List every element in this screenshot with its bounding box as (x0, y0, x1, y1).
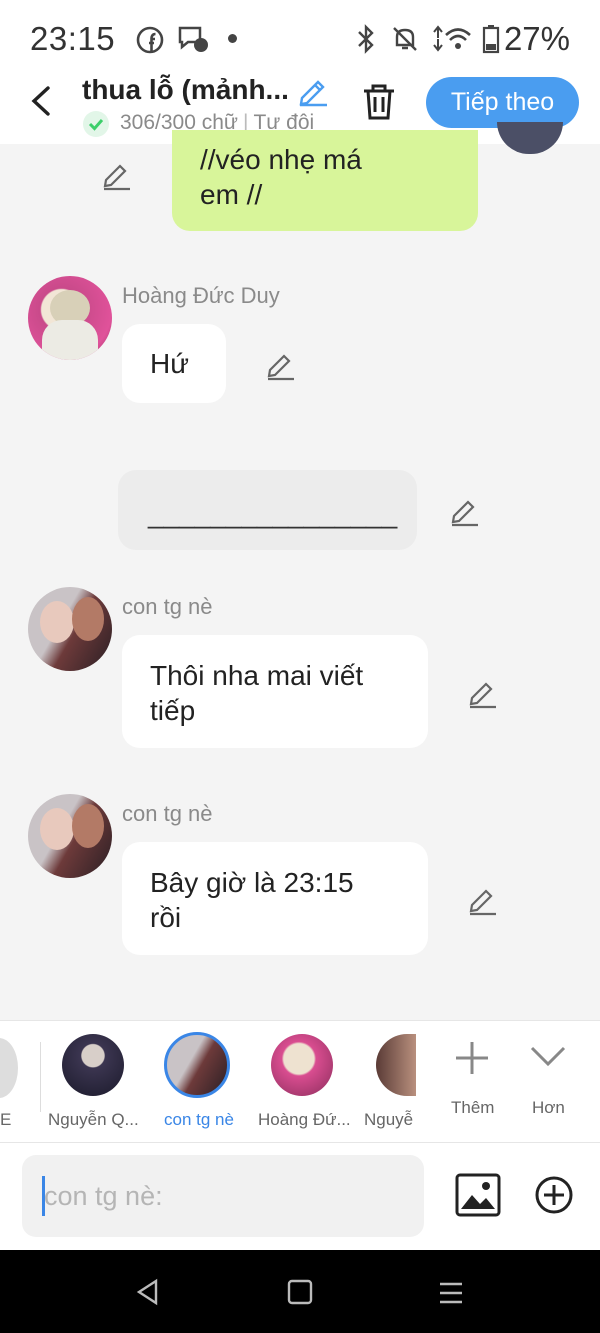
edit-message-icon[interactable] (448, 494, 482, 528)
pencil-icon[interactable] (296, 74, 330, 108)
edit-message-icon[interactable] (466, 676, 500, 710)
image-icon[interactable] (455, 1173, 501, 1217)
avatar-con-tg-ne[interactable] (28, 587, 112, 671)
next-button[interactable]: Tiếp theo (426, 77, 579, 128)
sender-name: con tg nè (122, 594, 213, 619)
back-nav-icon[interactable] (134, 1278, 162, 1306)
bluetooth-icon (358, 24, 374, 54)
message-text: rồi (150, 902, 182, 933)
chevron-down-icon[interactable] (528, 1044, 568, 1070)
edit-message-icon[interactable] (466, 883, 500, 917)
home-nav-icon[interactable] (287, 1279, 313, 1305)
battery-percent: 27% (503, 20, 570, 57)
more-label[interactable]: Hơn (532, 1098, 565, 1118)
facebook-icon (136, 26, 164, 54)
message-bubble[interactable]: Thôi nha mai viết tiếp (122, 635, 428, 748)
message-text: em // (200, 179, 263, 210)
character-avatar[interactable] (62, 1034, 124, 1096)
status-time: 23:15 (30, 20, 116, 57)
character-label[interactable]: Nguyễ (364, 1110, 414, 1130)
sender-name: Hoàng Đức Duy (122, 283, 280, 308)
avatar-con-tg-ne[interactable] (28, 794, 112, 878)
messenger-icon (178, 26, 208, 52)
character-label[interactable]: Nguyễn Q... (48, 1110, 139, 1130)
edit-message-icon[interactable] (100, 158, 134, 192)
message-text: Thôi nha mai viết (150, 660, 364, 691)
message-text: Hứ (150, 348, 189, 379)
message-bubble[interactable]: Bây giờ là 23:15 rồi (122, 842, 428, 955)
message-input[interactable]: con tg nè: (22, 1155, 424, 1237)
message-bubble[interactable]: //véo nhẹ má em // (172, 130, 478, 231)
character-avatar[interactable] (271, 1034, 333, 1096)
sender-name: con tg nè (122, 801, 213, 826)
plus-icon[interactable] (452, 1038, 492, 1078)
avatar (497, 122, 563, 154)
story-title[interactable]: thua lỗ (mảnh... (82, 74, 289, 106)
avatar-hoang-duc-duy[interactable] (28, 276, 112, 360)
narration-bubble[interactable]: ________________ (118, 470, 417, 550)
edit-message-icon[interactable] (264, 348, 298, 382)
message-text: Bây giờ là 23:15 (150, 867, 354, 898)
battery-icon (482, 25, 500, 54)
character-avatar-selected[interactable] (164, 1032, 230, 1098)
check-icon (83, 111, 109, 137)
add-character-label[interactable]: Thêm (451, 1098, 494, 1118)
recents-nav-icon[interactable] (438, 1281, 464, 1305)
message-text: ________________ (148, 498, 398, 529)
back-icon[interactable] (26, 84, 58, 118)
wifi-icon (433, 25, 471, 52)
input-placeholder: con tg nè: (44, 1181, 163, 1211)
message-text: tiếp (150, 695, 196, 726)
add-circle-icon[interactable] (534, 1175, 574, 1215)
divider (40, 1042, 41, 1112)
character-label: E (0, 1110, 12, 1129)
character-label[interactable]: con tg nè (164, 1110, 234, 1130)
mute-icon (393, 27, 417, 51)
message-text: //véo nhẹ má (200, 144, 362, 175)
character-label[interactable]: Hoàng Đứ... (258, 1110, 351, 1130)
notification-dot (228, 34, 237, 43)
message-bubble[interactable]: Hứ (122, 324, 226, 403)
trash-icon[interactable] (360, 82, 398, 122)
